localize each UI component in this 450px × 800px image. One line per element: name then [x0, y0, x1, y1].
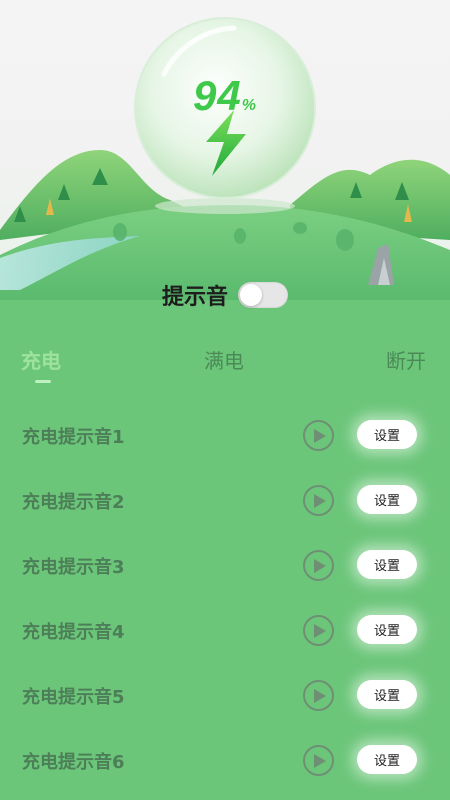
- sound-label: 提示音: [161, 285, 228, 310]
- battery-percent-value: 94: [193, 72, 242, 119]
- play-icon: [314, 494, 326, 508]
- list-item: 充电提示音3 设置: [0, 535, 450, 600]
- battery-orb: 94%: [134, 14, 316, 214]
- tab-bar: 充电 满电 断开: [0, 345, 450, 387]
- ringtone-list: 充电提示音1 设置 充电提示音2 设置 充电提示音3 设置 充电提示音4 设置 …: [0, 405, 450, 795]
- tab-charging[interactable]: 充电: [21, 345, 61, 374]
- set-button[interactable]: 设置: [357, 745, 417, 774]
- ringtone-label: 充电提示音5: [22, 687, 125, 708]
- sound-toggle[interactable]: [238, 282, 288, 308]
- set-button[interactable]: 设置: [357, 420, 417, 449]
- play-button[interactable]: [303, 550, 334, 581]
- toggle-knob: [240, 284, 262, 306]
- hero-illustration: 94%: [0, 0, 450, 300]
- play-icon: [314, 689, 326, 703]
- play-button[interactable]: [303, 745, 334, 776]
- sound-setting: 提示音: [0, 278, 450, 312]
- tab-full[interactable]: 满电: [204, 345, 244, 374]
- ringtone-label: 充电提示音4: [22, 622, 125, 643]
- active-tab-indicator: [35, 380, 51, 383]
- list-item: 充电提示音2 设置: [0, 470, 450, 535]
- ringtone-label: 充电提示音6: [22, 752, 125, 773]
- tab-disconnect[interactable]: 断开: [386, 345, 426, 374]
- battery-level: 94%: [134, 72, 316, 120]
- play-icon: [314, 429, 326, 443]
- play-button[interactable]: [303, 420, 334, 451]
- ringtone-label: 充电提示音1: [22, 427, 125, 448]
- set-button[interactable]: 设置: [357, 485, 417, 514]
- list-item: 充电提示音1 设置: [0, 405, 450, 470]
- play-icon: [314, 559, 326, 573]
- set-button[interactable]: 设置: [357, 615, 417, 644]
- ringtone-label: 充电提示音3: [22, 557, 125, 578]
- ringtone-label: 充电提示音2: [22, 492, 125, 513]
- set-button[interactable]: 设置: [357, 550, 417, 579]
- list-item: 充电提示音5 设置: [0, 665, 450, 730]
- list-item: 充电提示音4 设置: [0, 600, 450, 665]
- set-button[interactable]: 设置: [357, 680, 417, 709]
- play-icon: [314, 754, 326, 768]
- play-button[interactable]: [303, 485, 334, 516]
- play-button[interactable]: [303, 680, 334, 711]
- play-button[interactable]: [303, 615, 334, 646]
- play-icon: [314, 624, 326, 638]
- list-item: 充电提示音6 设置: [0, 730, 450, 795]
- battery-percent-unit: %: [241, 97, 257, 114]
